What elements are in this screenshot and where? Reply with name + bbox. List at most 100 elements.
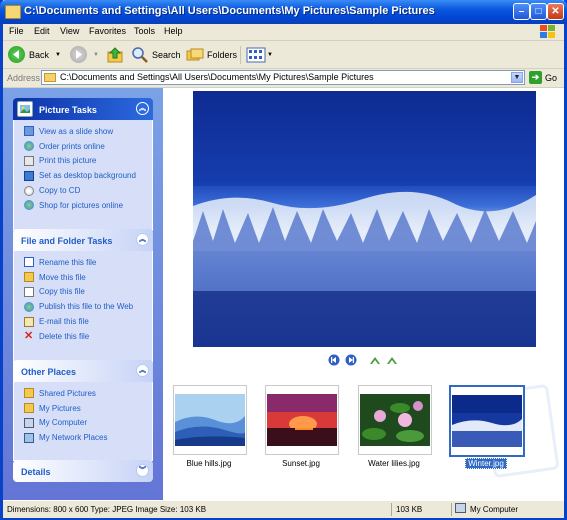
task-print[interactable]: Print this picture — [14, 154, 152, 169]
maximize-button[interactable]: □ — [530, 3, 547, 20]
status-separator — [451, 503, 452, 516]
task-label: Copy to CD — [39, 186, 81, 196]
task-copy-cd[interactable]: Copy to CD — [14, 183, 152, 198]
computer-icon — [455, 503, 466, 513]
task-shop[interactable]: Shop for pictures online — [14, 198, 152, 213]
search-button[interactable]: Search — [131, 44, 181, 65]
shared-folder-icon — [24, 388, 34, 399]
menu-file[interactable]: File — [9, 26, 24, 36]
task-delete[interactable]: ✕ Delete this file — [14, 329, 152, 344]
collapse-chevron-icon[interactable]: ︽ — [136, 364, 149, 377]
thumbnail-blue-hills[interactable] — [173, 385, 247, 455]
menu-tools[interactable]: Tools — [134, 26, 155, 36]
forward-dropdown-icon[interactable]: ▼ — [93, 52, 99, 58]
forward-arrow-icon — [70, 46, 87, 63]
up-folder-icon — [107, 46, 123, 62]
back-button[interactable]: Back ▼ — [8, 44, 61, 65]
task-label: Rename this file — [39, 257, 97, 267]
place-shared-pictures[interactable]: Shared Pictures — [14, 386, 152, 401]
views-dropdown-icon[interactable]: ▼ — [267, 52, 273, 58]
thumbnail-sunset[interactable] — [265, 385, 339, 455]
picture-tasks-panel: Picture Tasks ︽ View as a slide show Ord… — [13, 98, 153, 231]
status-info: Dimensions: 800 x 600 Type: JPEG Image S… — [7, 505, 207, 514]
task-pane: Picture Tasks ︽ View as a slide show Ord… — [3, 88, 163, 500]
folders-icon — [186, 48, 204, 60]
task-label: Publish this file to the Web — [39, 302, 134, 312]
task-rename[interactable]: Rename this file — [14, 255, 152, 270]
rotate-clockwise-button[interactable] — [369, 354, 381, 366]
back-label: Back — [29, 49, 50, 60]
task-label: Move this file — [39, 272, 86, 282]
menu-help[interactable]: Help — [164, 26, 183, 36]
task-publish[interactable]: Publish this file to the Web — [14, 299, 152, 314]
forward-button[interactable]: ▼ — [70, 44, 99, 65]
menu-view[interactable]: View — [60, 26, 79, 36]
status-size: 103 KB — [396, 505, 423, 514]
folder-icon — [44, 73, 56, 82]
task-label: View as a slide show — [39, 126, 114, 136]
other-places-header[interactable]: Other Places ︽ — [13, 360, 153, 382]
back-arrow-icon — [8, 46, 25, 63]
up-button[interactable] — [106, 44, 124, 65]
expand-chevron-icon[interactable]: ︾ — [136, 464, 149, 477]
copy-icon — [24, 286, 34, 297]
globe-icon — [24, 141, 34, 152]
menu-favorites[interactable]: Favorites — [89, 26, 126, 36]
task-label: Copy this file — [39, 287, 85, 297]
go-arrow-icon: ➔ — [529, 71, 542, 84]
collapse-chevron-icon[interactable]: ︽ — [136, 233, 149, 246]
task-order-prints[interactable]: Order prints online — [14, 139, 152, 154]
next-image-button[interactable] — [345, 354, 357, 366]
preview-image[interactable] — [193, 91, 536, 347]
status-zone: My Computer — [470, 505, 519, 514]
task-desktop-background[interactable]: Set as desktop background — [14, 168, 152, 183]
go-button[interactable]: ➔ Go — [529, 71, 557, 84]
task-slideshow[interactable]: View as a slide show — [14, 124, 152, 139]
standard-toolbar: Back ▼ ▼ Search Folders ▼ — [3, 41, 564, 69]
folder-icon — [5, 5, 21, 19]
minimize-button[interactable]: – — [513, 3, 530, 20]
address-dropdown-icon[interactable]: ▼ — [511, 72, 523, 83]
rotate-counterclockwise-button[interactable] — [386, 354, 398, 366]
computer-icon — [24, 417, 34, 428]
file-folder-tasks-list: Rename this file Move this file Copy thi… — [13, 251, 153, 363]
file-folder-tasks-header[interactable]: File and Folder Tasks ︽ — [13, 229, 153, 251]
task-label: Order prints online — [39, 141, 105, 151]
address-field[interactable]: C:\Documents and Settings\All Users\Docu… — [41, 70, 525, 85]
task-label: Print this picture — [39, 156, 97, 166]
picture-tasks-title: Picture Tasks — [39, 105, 97, 115]
thumbnail-water-lilies[interactable] — [358, 385, 432, 455]
folder-icon — [24, 403, 34, 414]
back-dropdown-icon[interactable]: ▼ — [55, 52, 61, 58]
folders-button[interactable]: Folders — [186, 44, 237, 65]
task-label: E-mail this file — [39, 317, 89, 327]
task-copy[interactable]: Copy this file — [14, 285, 152, 300]
place-my-computer[interactable]: My Computer — [14, 416, 152, 431]
picture-tasks-header[interactable]: Picture Tasks ︽ — [13, 98, 153, 120]
other-places-list: Shared Pictures My Pictures My Computer … — [13, 382, 153, 461]
task-email[interactable]: E-mail this file — [14, 314, 152, 329]
previous-image-button[interactable] — [328, 354, 340, 366]
file-folder-tasks-title: File and Folder Tasks — [21, 236, 113, 246]
task-move[interactable]: Move this file — [14, 270, 152, 285]
details-header[interactable]: Details ︾ — [13, 460, 153, 482]
place-my-pictures[interactable]: My Pictures — [14, 401, 152, 416]
winter-image — [452, 395, 522, 447]
close-button[interactable]: ✕ — [547, 3, 564, 20]
network-icon — [24, 432, 34, 443]
place-label: Shared Pictures — [39, 388, 96, 398]
window-title: C:\Documents and Settings\All Users\Docu… — [24, 5, 435, 17]
task-label: Shop for pictures online — [39, 200, 124, 210]
menu-edit[interactable]: Edit — [34, 26, 50, 36]
views-button[interactable]: ▼ — [246, 44, 273, 65]
place-label: My Computer — [39, 418, 88, 428]
picture-tasks-icon — [17, 101, 33, 117]
thumbnail-label: Water lilies.jpg — [368, 459, 420, 468]
folders-label: Folders — [207, 49, 238, 60]
place-my-network[interactable]: My Network Places — [14, 430, 152, 445]
title-bar[interactable]: C:\Documents and Settings\All Users\Docu… — [0, 0, 567, 24]
thumbnail-winter[interactable] — [449, 385, 525, 457]
other-places-title: Other Places — [21, 367, 77, 377]
collapse-chevron-icon[interactable]: ︽ — [136, 102, 149, 115]
thumbnail-label: Sunset.jpg — [282, 459, 320, 468]
